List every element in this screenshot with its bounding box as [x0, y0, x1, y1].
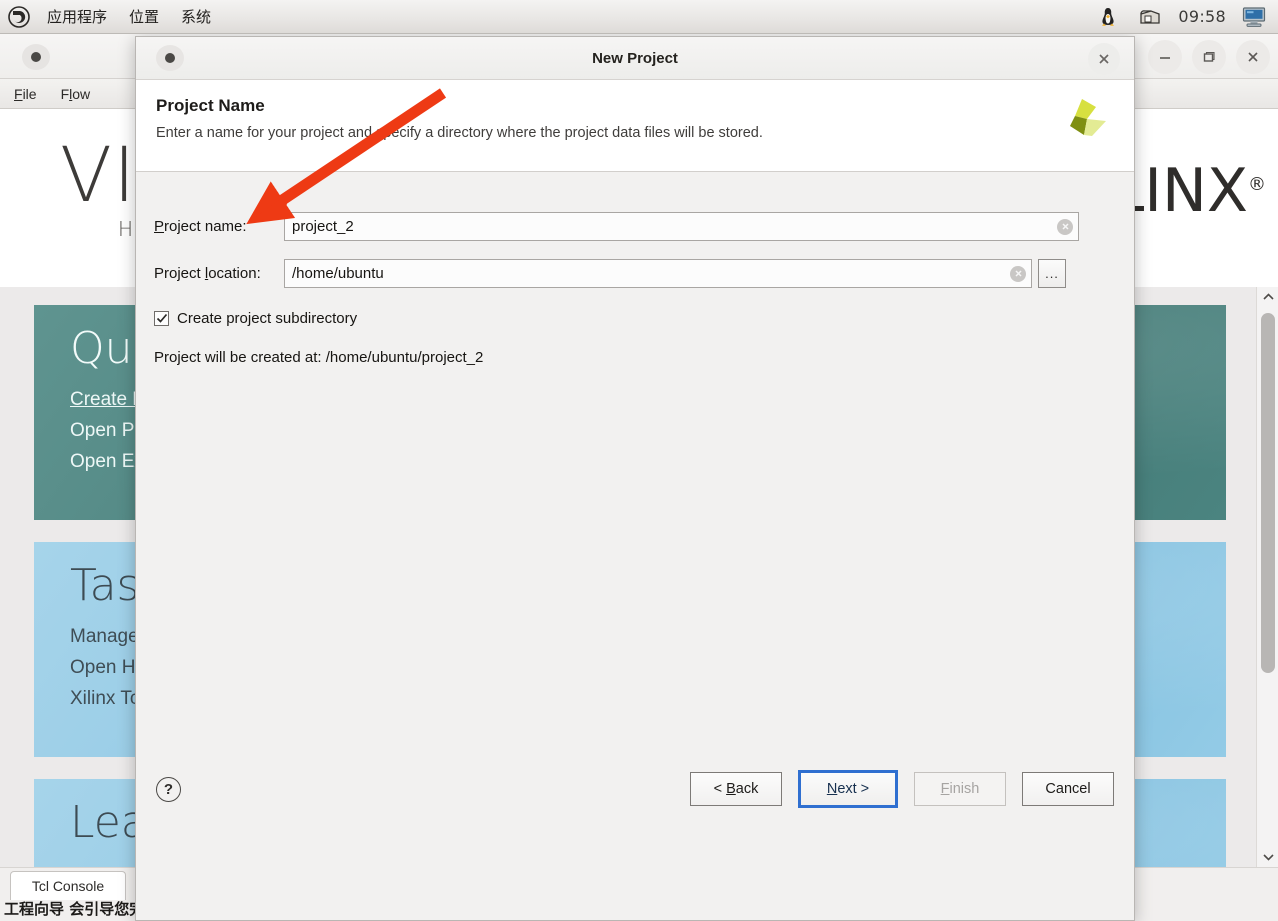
label-project-location: Project location:	[154, 265, 261, 282]
label-project-name: Project name:	[154, 218, 247, 235]
create-subdirectory-checkbox[interactable]: Create project subdirectory	[154, 310, 1134, 327]
dialog-body: Project name: project_2 Project location…	[136, 172, 1134, 832]
page-description: Enter a name for your project and specif…	[156, 125, 763, 141]
next-button[interactable]: Next >	[798, 770, 898, 808]
finish-button: Finish	[914, 772, 1006, 806]
browse-ellipsis-icon[interactable]: ...	[1038, 259, 1066, 288]
system-menu[interactable]: 系统	[170, 3, 222, 30]
help-button[interactable]: ?	[156, 776, 181, 802]
clear-icon[interactable]	[1057, 218, 1073, 235]
tray-penguin-icon[interactable]	[1094, 4, 1122, 30]
status-text: 工程向导 会引导您完	[4, 900, 145, 918]
menu-flow[interactable]: Flow	[61, 86, 91, 102]
tray-mail-icon[interactable]	[1136, 4, 1164, 30]
registered-mark: ®	[1248, 174, 1266, 195]
project-name-value: project_2	[292, 218, 354, 235]
project-location-value: /home/ubuntu	[292, 265, 384, 282]
close-icon[interactable]	[1088, 43, 1120, 75]
screen: File Flow VIVADO HLx Editions XILINX® Qu…	[0, 0, 1278, 921]
menu-file[interactable]: File	[14, 86, 37, 102]
project-location-input[interactable]: /home/ubuntu	[284, 259, 1032, 288]
field-row-project-name: Project name: project_2	[154, 212, 1134, 241]
clear-icon[interactable]	[1010, 265, 1026, 282]
page-title: Project Name	[156, 96, 265, 115]
clock-label[interactable]: 09:58	[1178, 7, 1226, 26]
close-button[interactable]	[1236, 40, 1270, 74]
desktop-menus: 应用程序 位置 系统	[0, 3, 222, 30]
dialog-footer: ? < Back Next > Finish Cancel	[136, 746, 1134, 832]
desktop-top-panel: 应用程序 位置 系统 09:58	[0, 0, 1278, 34]
dialog-title: New Project	[592, 49, 678, 67]
dialog-header: Project Name Enter a name for your proje…	[136, 80, 1134, 172]
scroll-down-icon[interactable]	[1257, 847, 1278, 867]
new-project-dialog: New Project Project Name Enter a name fo…	[135, 36, 1135, 921]
gnome-foot-icon[interactable]	[6, 4, 32, 30]
field-row-project-location: Project location: /home/ubuntu ...	[154, 259, 1134, 288]
checkbox-box[interactable]	[154, 311, 169, 326]
scrollbar-thumb[interactable]	[1261, 313, 1275, 673]
maximize-button[interactable]	[1192, 40, 1226, 74]
checkbox-label: Create project subdirectory	[177, 310, 358, 327]
created-at-text: Project will be created at: /home/ubuntu…	[154, 349, 484, 366]
window-menu-icon[interactable]	[22, 44, 50, 70]
window-menu-icon[interactable]	[156, 45, 184, 71]
back-button[interactable]: < Back	[690, 772, 782, 806]
window-controls	[1148, 40, 1270, 74]
dialog-titlebar: New Project	[136, 37, 1134, 80]
welcome-scrollbar[interactable]	[1256, 287, 1278, 867]
desktop-tray: 09:58	[1094, 4, 1278, 30]
vivado-logo-icon	[1054, 96, 1110, 146]
scroll-up-icon[interactable]	[1257, 287, 1278, 307]
tab-tcl-console[interactable]: Tcl Console	[10, 871, 126, 900]
cancel-button[interactable]: Cancel	[1022, 772, 1114, 806]
applications-menu[interactable]: 应用程序	[36, 3, 118, 30]
monitor-icon[interactable]	[1240, 4, 1268, 30]
dialog-buttons: < Back Next > Finish Cancel	[690, 770, 1114, 808]
minimize-button[interactable]	[1148, 40, 1182, 74]
project-name-input[interactable]: project_2	[284, 212, 1079, 241]
places-menu[interactable]: 位置	[118, 3, 170, 30]
